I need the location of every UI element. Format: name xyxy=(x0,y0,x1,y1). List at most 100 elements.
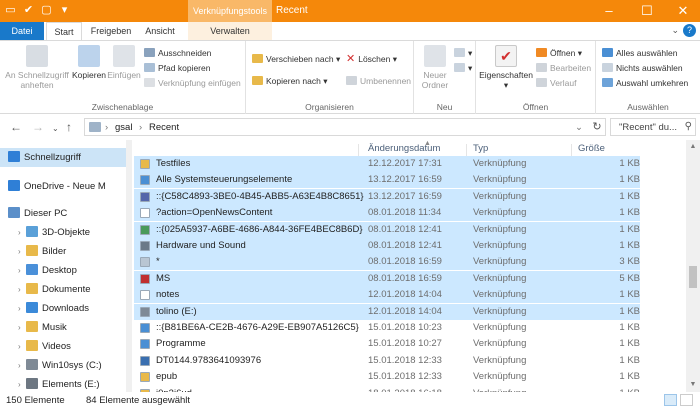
scroll-up-icon[interactable]: ▲ xyxy=(686,140,700,154)
copy-to-button[interactable]: Kopieren nach ▾ xyxy=(252,75,327,87)
column-type[interactable]: Typ xyxy=(473,143,488,154)
file-row[interactable]: ::{025A5937-A6BE-4686-A844-36FE4BEC8B6D}… xyxy=(134,221,640,238)
scroll-thumb[interactable] xyxy=(689,266,697,288)
file-row[interactable]: tolino (E:) 12.01.2018 14:04 Verknüpfung 1 … xyxy=(134,303,640,320)
help-icon[interactable]: ? xyxy=(683,24,696,37)
group-clipboard: An Schnellzugriff anheften Kopieren Einf… xyxy=(0,41,246,114)
file-row[interactable]: ?action=OpenNewsContent 08.01.2018 11:34 V… xyxy=(134,205,640,222)
file-row[interactable]: ::{C58C4893-3BE0-4B45-ABB5-A63E4B8C8651}… xyxy=(134,188,640,205)
forward-arrow-icon[interactable]: → xyxy=(32,120,44,134)
new-folder-quick-icon[interactable]: ▢ xyxy=(40,4,53,17)
refresh-icon[interactable]: ↻ xyxy=(588,118,606,136)
chevron-right-icon[interactable]: › xyxy=(18,242,26,261)
pin-quick-access-button[interactable]: An Schnellzugriff anheften xyxy=(4,45,70,90)
navigation-pane: Schnellzugriff OneDrive - Neue M Dieser PC… xyxy=(0,140,126,392)
file-row[interactable]: * 08.01.2018 16:59 Verknüpfung 3 KB xyxy=(134,254,640,271)
paste-shortcut-button[interactable]: Verknüpfung einfügen xyxy=(144,77,241,89)
chevron-right-icon[interactable]: › xyxy=(18,280,26,299)
location-icon xyxy=(89,122,101,132)
nav-item[interactable]: › Downloads xyxy=(0,299,126,318)
tab-start[interactable]: Start xyxy=(46,22,82,40)
new-item-button[interactable]: ▾ xyxy=(454,47,472,59)
file-row[interactable]: Programme 15.01.2018 10:27 Verknüpfung 1 KB xyxy=(134,336,640,352)
chevron-right-icon[interactable]: › xyxy=(18,337,26,356)
rename-button[interactable]: Umbenennen xyxy=(346,75,411,87)
chevron-right-icon[interactable]: › xyxy=(18,318,26,337)
file-row[interactable]: notes 12.01.2018 14:04 Verknüpfung 1 KB xyxy=(134,287,640,304)
file-date: 15.01.2018 10:27 xyxy=(368,338,442,350)
nav-item-label: Desktop xyxy=(42,265,77,276)
select-all-button[interactable]: Alles auswählen xyxy=(602,47,677,59)
ribbon-collapse-icon[interactable]: ⌄ xyxy=(671,25,679,36)
nav-scrollbar[interactable] xyxy=(126,140,132,392)
select-none-button[interactable]: Nichts auswählen xyxy=(602,62,683,74)
nav-item[interactable]: › Videos xyxy=(0,337,126,356)
paste-button[interactable]: Einfügen xyxy=(106,45,142,80)
paste-shortcut-icon xyxy=(144,78,155,87)
file-list: ▲ Änderungsdatum Typ Größe Testfiles 12.1… xyxy=(134,140,686,392)
file-list-scrollbar[interactable]: ▲ ▼ xyxy=(686,140,700,392)
properties-quick-icon[interactable]: ✔ xyxy=(22,4,35,17)
breadcrumb-gsal[interactable]: gsal xyxy=(115,121,132,134)
file-row[interactable]: MS 08.01.2018 16:59 Verknüpfung 5 KB xyxy=(134,270,640,287)
nav-item[interactable]: › Elements (E:) xyxy=(0,375,126,392)
search-input[interactable]: "Recent" du... ⚲ xyxy=(610,118,696,136)
tab-freigeben[interactable]: Freigeben xyxy=(86,22,136,40)
up-arrow-icon[interactable]: ↑ xyxy=(66,120,72,134)
nav-item[interactable]: OneDrive - Neue M xyxy=(0,177,126,196)
properties-button[interactable]: ✔ Eigenschaften ▾ xyxy=(478,45,534,90)
nav-item[interactable]: › Bilder xyxy=(0,242,126,261)
delete-button[interactable]: ✕ Löschen ▾ xyxy=(346,53,397,65)
breadcrumb-recent[interactable]: Recent xyxy=(149,121,179,134)
file-row[interactable]: epub 15.01.2018 12:33 Verknüpfung 1 KB xyxy=(134,369,640,385)
copy-button[interactable]: Kopieren xyxy=(72,45,106,80)
back-arrow-icon[interactable]: ← xyxy=(10,120,22,134)
explorer-icon[interactable]: ▭ xyxy=(4,4,17,17)
large-icons-view-icon[interactable] xyxy=(680,394,693,406)
open-button[interactable]: Öffnen ▾ xyxy=(536,47,582,59)
nav-item-label: Downloads xyxy=(42,303,89,314)
scroll-down-icon[interactable]: ▼ xyxy=(686,378,700,392)
address-dropdown-icon[interactable]: ⌄ xyxy=(575,121,583,134)
file-row[interactable]: DT0144.9783641093976 15.01.2018 12:33 Verk… xyxy=(134,353,640,369)
nav-item[interactable]: Schnellzugriff xyxy=(0,148,126,167)
column-date[interactable]: Änderungsdatum xyxy=(368,143,440,154)
nav-item-label: Musik xyxy=(42,322,67,333)
move-to-button[interactable]: Verschieben nach ▾ xyxy=(252,53,340,65)
details-view-icon[interactable] xyxy=(664,394,677,406)
nav-item[interactable]: › Desktop xyxy=(0,261,126,280)
file-row[interactable]: Hardware und Sound 08.01.2018 12:41 Verknü… xyxy=(134,238,640,254)
nav-item[interactable]: › 3D-Objekte xyxy=(0,223,126,242)
nav-item[interactable]: › Dokumente xyxy=(0,280,126,299)
copy-path-button[interactable]: Pfad kopieren xyxy=(144,62,210,74)
nav-item[interactable]: Dieser PC xyxy=(0,204,126,223)
file-size: 1 KB xyxy=(619,305,640,317)
maximize-icon[interactable]: ☐ xyxy=(630,0,664,22)
file-row[interactable]: Alle Systemsteuerungselemente 13.12.2017 … xyxy=(134,172,640,189)
invert-selection-button[interactable]: Auswahl umkehren xyxy=(602,77,688,89)
chevron-right-icon[interactable]: › xyxy=(18,261,26,280)
easy-access-button[interactable]: ▾ xyxy=(454,62,472,74)
column-size[interactable]: Größe xyxy=(578,143,605,154)
edit-button[interactable]: Bearbeiten xyxy=(536,62,591,74)
chevron-right-icon[interactable]: › xyxy=(18,356,26,375)
file-row[interactable]: Testfiles 12.12.2017 17:31 Verknüpfung 1 KB xyxy=(134,156,640,172)
nav-item[interactable]: › Musik xyxy=(0,318,126,337)
minimize-icon[interactable]: – xyxy=(592,0,626,22)
history-button[interactable]: Verlauf xyxy=(536,77,576,89)
close-icon[interactable]: ✕ xyxy=(666,0,700,22)
nav-item[interactable]: › Win10sys (C:) xyxy=(0,356,126,375)
chevron-right-icon[interactable]: › xyxy=(18,223,26,242)
file-row[interactable]: ::{B81BE6A-CE2B-4676-A29E-EB907A5126C5} 1… xyxy=(134,320,640,336)
cut-button[interactable]: Ausschneiden xyxy=(144,47,211,59)
pin-icon xyxy=(26,45,48,67)
address-bar[interactable]: › gsal › Recent ⌄ xyxy=(84,118,606,136)
tab-ansicht[interactable]: Ansicht xyxy=(138,22,182,40)
recent-locations-icon[interactable]: ⌄ xyxy=(52,122,59,136)
new-folder-button[interactable]: Neuer Ordner xyxy=(418,45,452,90)
chevron-right-icon[interactable]: › xyxy=(18,375,26,392)
tab-verwalten[interactable]: Verwalten xyxy=(188,22,272,40)
qat-dropdown-icon[interactable]: ▾ xyxy=(58,4,71,17)
tab-datei[interactable]: Datei xyxy=(0,22,44,40)
chevron-right-icon[interactable]: › xyxy=(18,299,26,318)
